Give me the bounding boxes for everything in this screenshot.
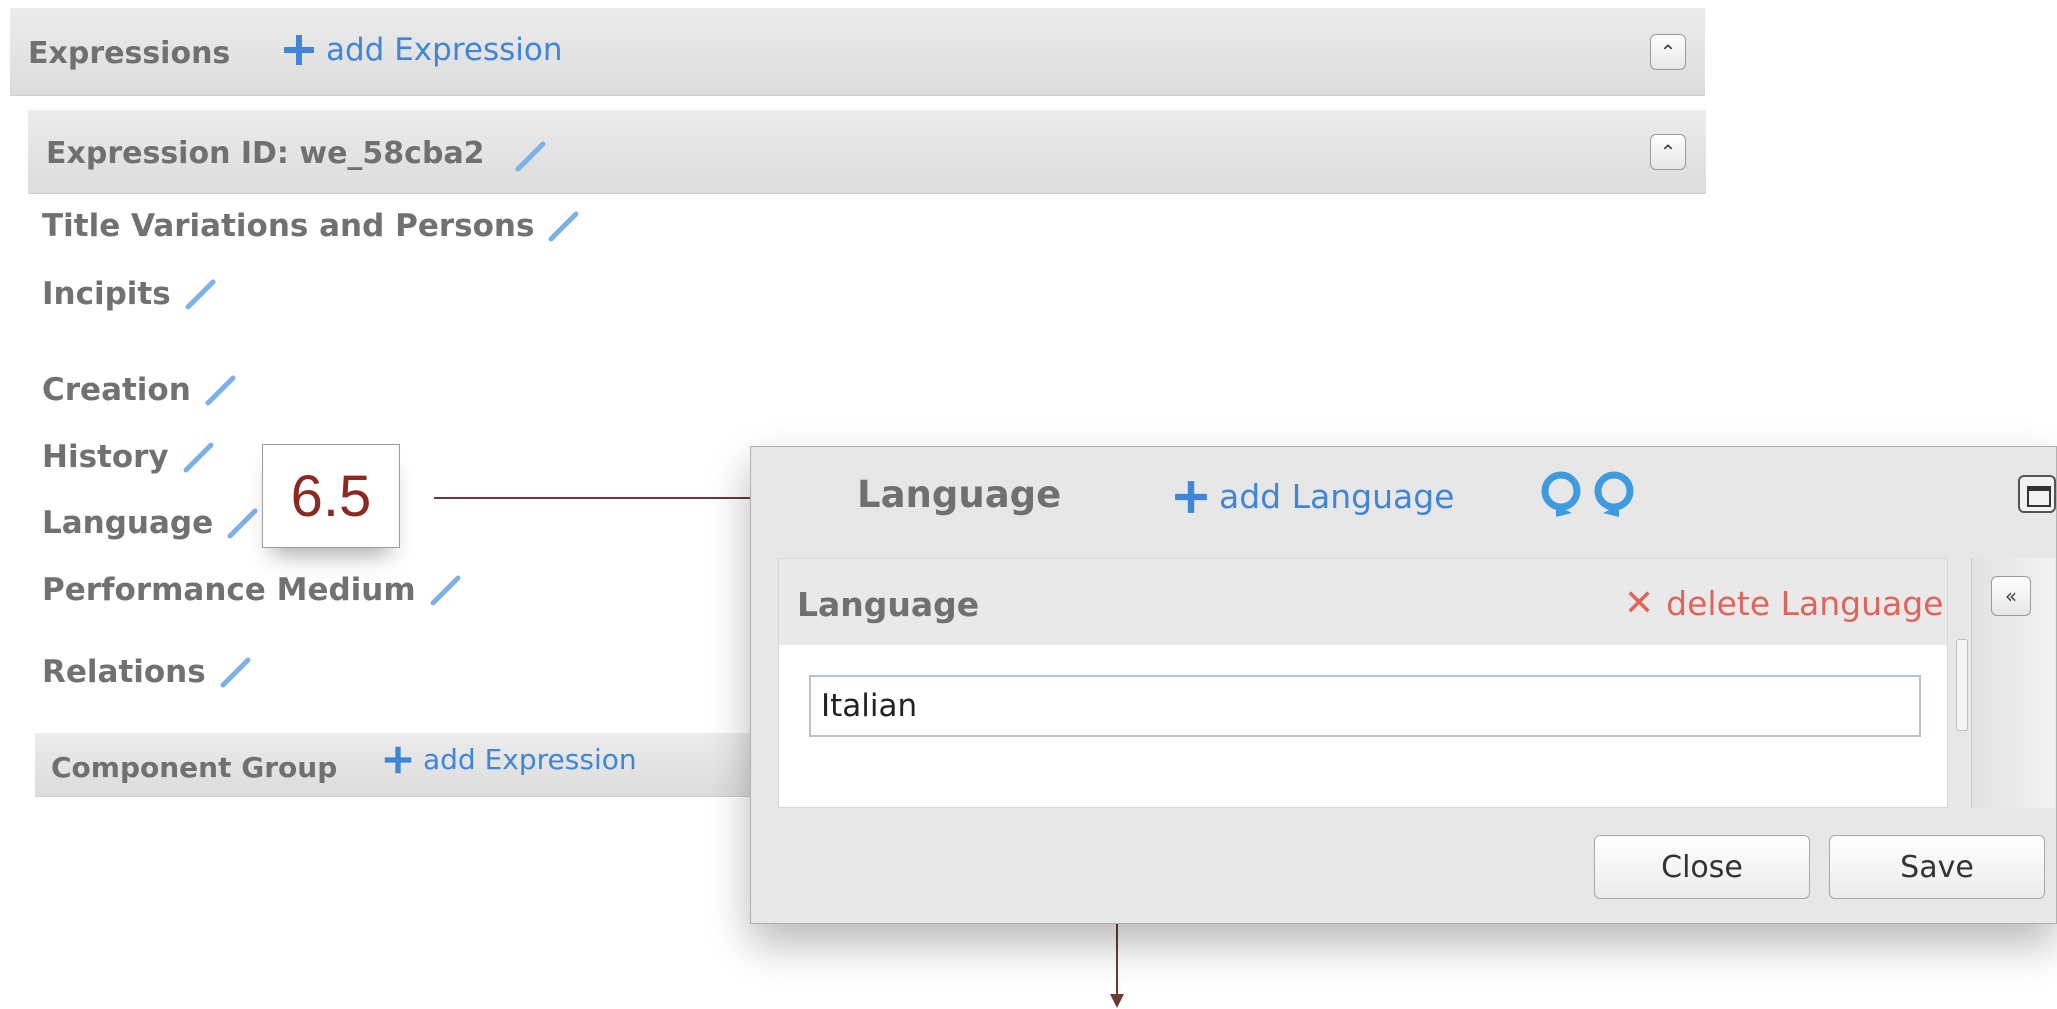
delete-language-label: delete Language	[1666, 584, 1944, 623]
plus-icon	[1175, 480, 1207, 513]
maximize-icon	[2027, 486, 2051, 507]
close-label: Close	[1661, 849, 1743, 885]
add-language-button[interactable]: add Language	[1173, 477, 1454, 516]
collapse-left-button[interactable]: «	[1991, 576, 2031, 616]
delete-language-button[interactable]: ✕ delete Language	[1624, 583, 1943, 624]
close-button[interactable]: Close	[1594, 835, 1810, 899]
x-icon: ✕	[1624, 583, 1655, 624]
language-dialog: Language add Language Language ✕ delete …	[750, 446, 2057, 924]
redo-icon[interactable]	[1591, 471, 1637, 519]
panel-title: Language	[797, 585, 980, 624]
maximize-button[interactable]	[2018, 475, 2056, 513]
undo-icon[interactable]	[1538, 471, 1584, 519]
save-label: Save	[1900, 849, 1974, 885]
language-panel: Language ✕ delete Language	[778, 558, 1948, 808]
add-language-label: add Language	[1219, 477, 1455, 516]
language-panel-header: Language ✕ delete Language	[779, 559, 1947, 645]
side-strip-handle[interactable]	[1956, 639, 1968, 731]
double-chevron-left-icon: «	[2004, 584, 2018, 608]
language-input[interactable]	[809, 675, 1921, 737]
dialog-title: Language	[857, 473, 1062, 516]
save-button[interactable]: Save	[1829, 835, 2045, 899]
